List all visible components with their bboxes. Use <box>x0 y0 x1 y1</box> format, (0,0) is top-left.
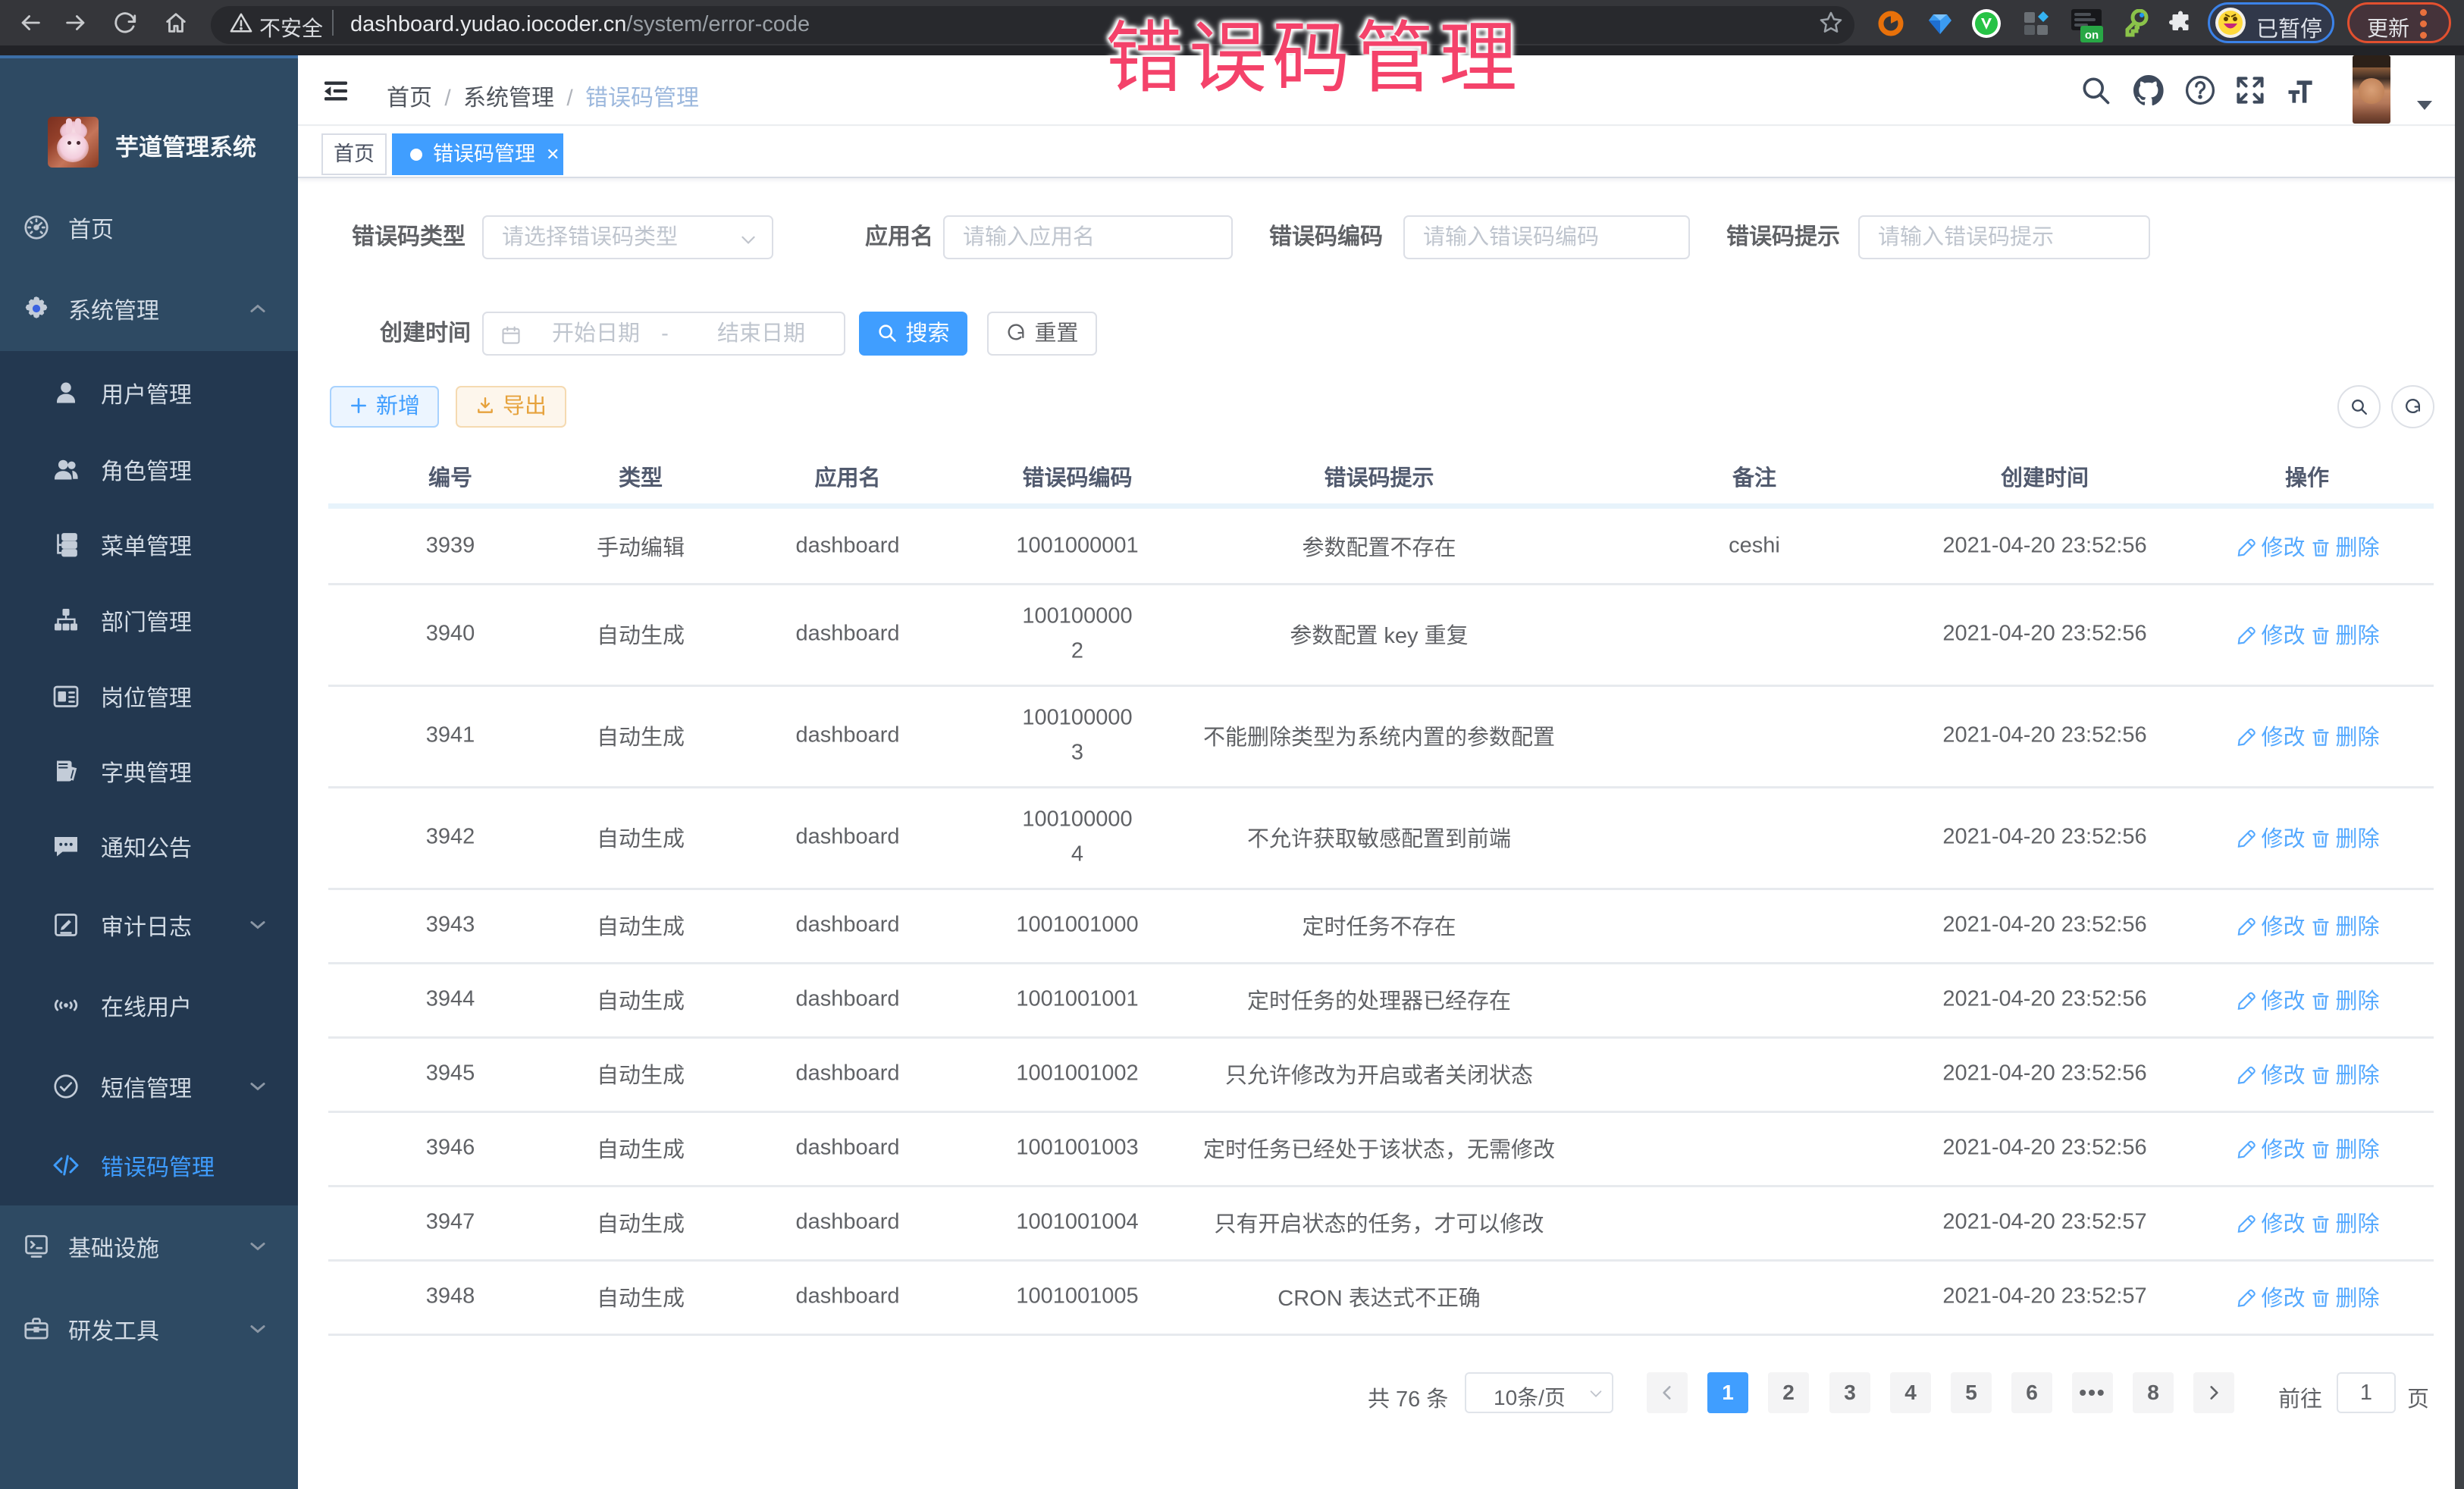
svg-text:on: on <box>2085 29 2099 42</box>
